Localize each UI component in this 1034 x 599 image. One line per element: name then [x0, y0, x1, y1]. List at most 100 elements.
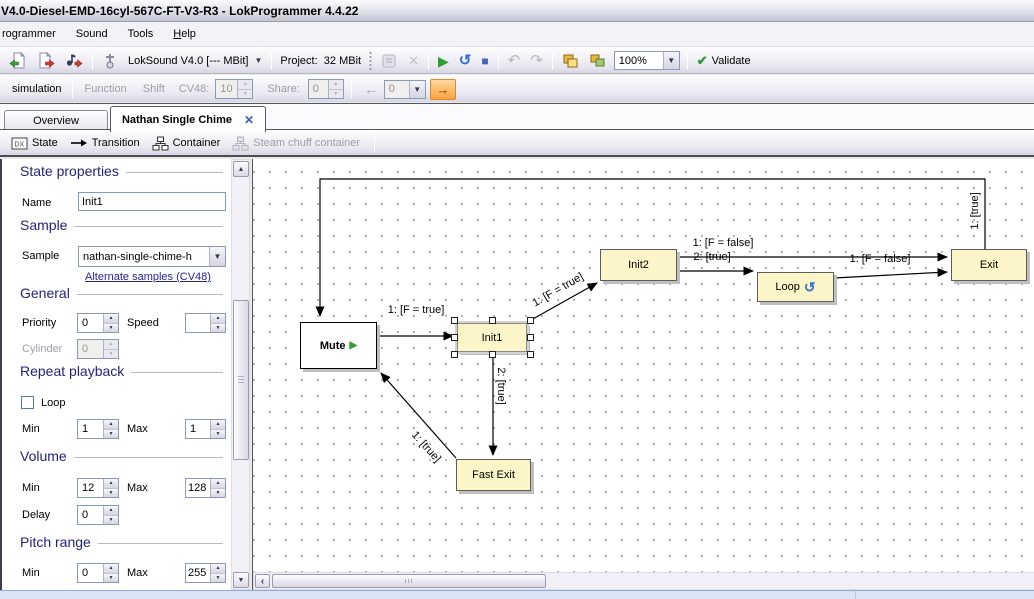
delete-button-disabled: ✕	[404, 50, 423, 72]
spin-up-button[interactable]: ▲	[211, 479, 225, 489]
zoom-out-window-button[interactable]	[558, 50, 583, 72]
menu-item-help[interactable]: Help	[163, 24, 206, 44]
restart-simulation-button[interactable]: ↺	[455, 50, 476, 72]
scroll-up-button[interactable]: ▲	[233, 161, 249, 177]
open-project-button[interactable]	[5, 50, 31, 72]
toolbar-separator	[271, 52, 272, 70]
scrollbar-thumb[interactable]	[233, 300, 249, 460]
spin-down-button[interactable]: ▼	[211, 430, 225, 439]
name-label: Name	[22, 197, 51, 209]
name-input[interactable]	[78, 192, 226, 211]
loop-checkbox[interactable]	[21, 396, 34, 409]
check-icon: ✔	[697, 53, 708, 69]
add-container-button[interactable]: Container	[146, 132, 227, 154]
pitch-min-value: 0	[78, 564, 103, 582]
selection-handle-se[interactable]	[527, 351, 534, 358]
spin-up-button[interactable]: ▲	[211, 564, 225, 574]
chevron-down-icon[interactable]: ▼	[663, 52, 679, 69]
spin-up-button[interactable]: ▲	[104, 479, 118, 489]
selection-handle-n[interactable]	[489, 317, 496, 324]
edge-label-loop-to-exit: 1: [F = false]	[850, 253, 911, 265]
repeat-max-spinner[interactable]: 1 ▲▼	[185, 419, 226, 439]
pitch-max-spinner[interactable]: 255 ▲▼	[185, 563, 226, 583]
zoom-level-combo[interactable]: 100% ▼	[614, 51, 680, 70]
add-state-button[interactable]: DX State	[5, 132, 64, 154]
menu-item-programmer[interactable]: rogrammer	[0, 24, 66, 44]
state-node-mute[interactable]: Mute ▶	[300, 322, 377, 369]
selection-handle-w[interactable]	[451, 334, 458, 341]
menu-item-tools[interactable]: Tools	[118, 24, 164, 44]
stop-simulation-button[interactable]: ■	[477, 50, 492, 72]
sample-combo[interactable]: nathan-single-chime-h ▼	[78, 246, 226, 267]
spin-up-button[interactable]: ▲	[104, 314, 118, 324]
state-node-fast-exit[interactable]: Fast Exit	[456, 459, 531, 491]
selection-handle-sw[interactable]	[451, 351, 458, 358]
tab-nathan-single-chime[interactable]: Nathan Single Chime ✕	[110, 106, 266, 132]
scroll-left-button[interactable]: ‹	[255, 574, 270, 588]
spin-up-button[interactable]: ▲	[104, 420, 118, 430]
decoder-type-dropdown[interactable]: LokSound V4.0 [--- MBit] ▼	[124, 50, 266, 72]
edge-label-init1-to-fast-exit: 2: [true]	[495, 367, 507, 404]
spin-down-icon: ▼	[238, 90, 252, 99]
tab-overview[interactable]: Overview	[4, 110, 108, 131]
spin-down-button[interactable]: ▼	[211, 489, 225, 498]
spin-down-button[interactable]: ▼	[104, 516, 118, 525]
canvas-horizontal-scrollbar[interactable]: ‹	[253, 572, 1034, 590]
state-box-icon: DX	[11, 137, 28, 150]
selection-handle-nw[interactable]	[451, 317, 458, 324]
speed-label: Speed	[127, 317, 159, 329]
repeat-min-spinner[interactable]: 1 ▲▼	[77, 419, 119, 439]
play-simulation-button[interactable]: ▶	[434, 50, 453, 72]
spin-down-icon: ▼	[329, 90, 343, 99]
edge-exit-to-mute[interactable]	[320, 179, 985, 316]
save-project-button[interactable]	[33, 50, 59, 72]
menu-item-sound[interactable]: Sound	[66, 24, 118, 44]
state-node-init1-selected[interactable]: Init1	[457, 323, 527, 352]
state-node-init2[interactable]: Init2	[600, 249, 677, 281]
programmer-connection-button[interactable]	[98, 50, 122, 72]
spin-down-button[interactable]: ▼	[104, 574, 118, 583]
edge-loop-to-exit[interactable]	[834, 272, 947, 278]
panel-vertical-scrollbar[interactable]: ▲ ▼	[231, 159, 250, 590]
volume-max-spinner[interactable]: 128 ▲▼	[185, 478, 226, 498]
spin-up-button[interactable]: ▲	[211, 420, 225, 430]
state-node-exit[interactable]: Exit	[951, 249, 1027, 281]
spin-up-button[interactable]: ▲	[104, 506, 118, 516]
toolbar-grip[interactable]	[368, 51, 373, 71]
spin-up-button[interactable]: ▲	[104, 564, 118, 574]
step-combo-disabled: 0 ▼	[384, 80, 426, 99]
zoom-in-window-button[interactable]	[585, 50, 610, 72]
add-transition-button[interactable]: Transition	[64, 132, 146, 154]
selection-handle-e[interactable]	[527, 334, 534, 341]
chevron-down-icon[interactable]: ▼	[209, 247, 225, 266]
scroll-down-button[interactable]: ▼	[233, 572, 249, 588]
spin-down-button[interactable]: ▼	[104, 430, 118, 439]
spin-down-button[interactable]: ▼	[104, 489, 118, 498]
export-sound-button[interactable]	[61, 50, 87, 72]
node-label: Mute	[320, 340, 346, 352]
priority-spinner[interactable]: 0 ▲▼	[77, 313, 119, 333]
shift-label-disabled: Shift	[135, 83, 173, 95]
svg-text:DX: DX	[15, 141, 25, 148]
spin-up-button[interactable]: ▲	[211, 314, 225, 324]
zoom-level-value: 100%	[615, 55, 663, 67]
selection-handle-ne[interactable]	[527, 317, 534, 324]
diagram-canvas[interactable]: 1: [true] 1: [F = true] 1: [F = true] 1:…	[253, 159, 1034, 572]
scrollbar-thumb[interactable]	[272, 574, 546, 588]
state-node-loop[interactable]: Loop ↺	[757, 272, 834, 302]
delay-spinner[interactable]: 0 ▲▼	[77, 505, 119, 525]
speed-spinner[interactable]: ▲▼	[185, 313, 226, 333]
alternate-samples-link[interactable]: Alternate samples (CV48)	[85, 271, 211, 283]
step-forward-button[interactable]: →	[430, 79, 456, 100]
cylinder-label-disabled: Cylinder	[22, 343, 62, 355]
pitch-min-spinner[interactable]: 0 ▲▼	[77, 563, 119, 583]
node-label: Loop	[775, 281, 799, 293]
spin-down-button[interactable]: ▼	[211, 324, 225, 333]
validate-button[interactable]: ✔ Validate	[693, 50, 755, 72]
selection-handle-s[interactable]	[489, 351, 496, 358]
spin-down-button[interactable]: ▼	[104, 324, 118, 333]
tab-close-button[interactable]: ✕	[244, 113, 254, 127]
volume-min-spinner[interactable]: 12 ▲▼	[77, 478, 119, 498]
spin-down-button[interactable]: ▼	[211, 574, 225, 583]
volume-max-value: 128	[186, 479, 210, 497]
